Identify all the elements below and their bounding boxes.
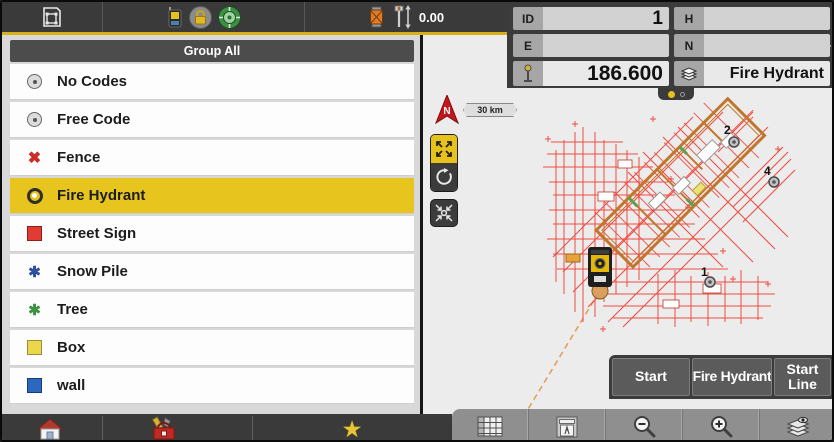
code-row-wall[interactable]: wall — [10, 368, 414, 404]
code-icon-cell — [674, 61, 704, 86]
home-icon — [37, 417, 63, 441]
marker-label-1: 1 — [701, 265, 708, 279]
expand-arrows-icon — [434, 139, 454, 159]
svg-text:N: N — [443, 106, 450, 117]
blue-asterisk-icon — [26, 263, 43, 280]
zoom-in-icon — [709, 415, 733, 439]
center-target-icon — [434, 203, 454, 223]
field-antenna-height[interactable]: 186.600 — [513, 61, 669, 86]
field-n-value — [704, 34, 830, 57]
table-icon — [477, 416, 503, 437]
zoom-out-icon — [632, 415, 656, 439]
point-list-button[interactable] — [452, 409, 529, 442]
map-view-buttons — [430, 134, 458, 192]
toolbox-icon — [151, 416, 177, 442]
zoom-extents-button[interactable] — [431, 135, 457, 163]
zoom-out-button[interactable] — [606, 409, 683, 442]
survey-action-strip: Start Fire Hydrant Start Line — [609, 355, 834, 399]
field-h-value — [704, 7, 830, 30]
field-n[interactable]: N — [674, 34, 830, 57]
map-tools-strip — [452, 409, 834, 442]
panel-page-dots[interactable] — [658, 88, 694, 100]
green-asterisk-icon — [26, 301, 43, 318]
zoom-in-button[interactable] — [683, 409, 760, 442]
antenna-height-icon-cell — [513, 61, 543, 86]
yellow-square-icon — [27, 340, 42, 355]
page-dot-inactive — [680, 92, 685, 97]
active-code-value: Fire Hydrant — [704, 61, 830, 86]
topbar-section-connection[interactable] — [102, 2, 304, 32]
field-id-value: 1 — [543, 7, 669, 30]
point-code-icon — [27, 74, 42, 89]
marker-label-2: 2 — [724, 123, 731, 137]
field-e[interactable]: E — [513, 34, 669, 57]
accent-divider — [2, 32, 507, 35]
total-station-icon — [588, 247, 612, 299]
code-row-fire-hydrant[interactable]: Fire Hydrant — [10, 178, 414, 214]
pole-height-icon — [391, 5, 413, 29]
plan-view-button[interactable] — [529, 409, 606, 442]
codes-panel: Group All No Codes Free Code Fence Fire … — [10, 40, 414, 406]
code-row-fence[interactable]: Fence — [10, 140, 414, 176]
layers-button[interactable] — [760, 409, 834, 442]
code-quick-button[interactable]: Fire Hydrant — [692, 358, 772, 396]
code-row-snow-pile[interactable]: Snow Pile — [10, 254, 414, 290]
code-row-tree[interactable]: Tree — [10, 292, 414, 328]
panel-expand-chevron-icon[interactable] — [823, 39, 831, 53]
center-view-button[interactable] — [430, 199, 458, 227]
plan-view-icon — [556, 416, 578, 438]
map-scale-label: 30 km — [463, 103, 517, 117]
favorites-button[interactable] — [338, 416, 366, 442]
code-row-street-sign[interactable]: Street Sign — [10, 216, 414, 252]
controller-icon — [167, 6, 183, 28]
red-square-icon — [27, 226, 42, 241]
marker-label-4: 4 — [764, 164, 771, 178]
pole-height-value: 0.00 — [419, 10, 444, 25]
rotate-view-button[interactable] — [431, 163, 457, 191]
north-arrow-icon: N — [435, 95, 459, 125]
home-button[interactable] — [36, 416, 64, 442]
antenna-height-icon — [521, 64, 535, 84]
start-button[interactable]: Start — [612, 358, 690, 396]
rotate-icon — [435, 168, 453, 186]
field-h[interactable]: H — [674, 7, 830, 30]
toolbar-divider — [102, 416, 103, 442]
lock-icon — [189, 6, 212, 29]
field-id[interactable]: ID 1 — [513, 7, 669, 30]
group-header[interactable]: Group All — [10, 40, 414, 62]
gnss-target-icon — [218, 6, 241, 29]
topbar-section-job[interactable] — [2, 2, 102, 32]
code-row-no-codes[interactable]: No Codes — [10, 64, 414, 100]
panel-map-divider — [420, 32, 423, 414]
antenna-height-value: 186.600 — [543, 61, 669, 86]
prism-icon — [368, 6, 385, 28]
tools-button[interactable] — [150, 416, 178, 442]
toolbar-divider — [252, 416, 253, 442]
app-screen: 0.00 Group All No Codes Free Code Fence … — [0, 0, 834, 442]
field-active-code[interactable]: Fire Hydrant — [674, 61, 830, 86]
code-row-free-code[interactable]: Free Code — [10, 102, 414, 138]
layers-eye-icon — [785, 415, 811, 439]
page-dot-active — [668, 91, 675, 98]
bottom-toolbar — [2, 414, 452, 442]
code-layers-icon — [680, 66, 698, 82]
topbar-section-target[interactable]: 0.00 — [304, 2, 507, 32]
code-row-box[interactable]: Box — [10, 330, 414, 366]
point-info-panel: ID 1 H E N 186.600 — [507, 2, 834, 88]
blue-square-icon — [27, 378, 42, 393]
field-e-value — [543, 34, 669, 57]
job-drawing-icon — [40, 5, 64, 29]
hydrant-donut-icon — [27, 188, 43, 204]
point-code-icon — [27, 112, 42, 127]
red-cross-icon — [26, 149, 43, 166]
start-line-button[interactable]: Start Line — [774, 358, 831, 396]
